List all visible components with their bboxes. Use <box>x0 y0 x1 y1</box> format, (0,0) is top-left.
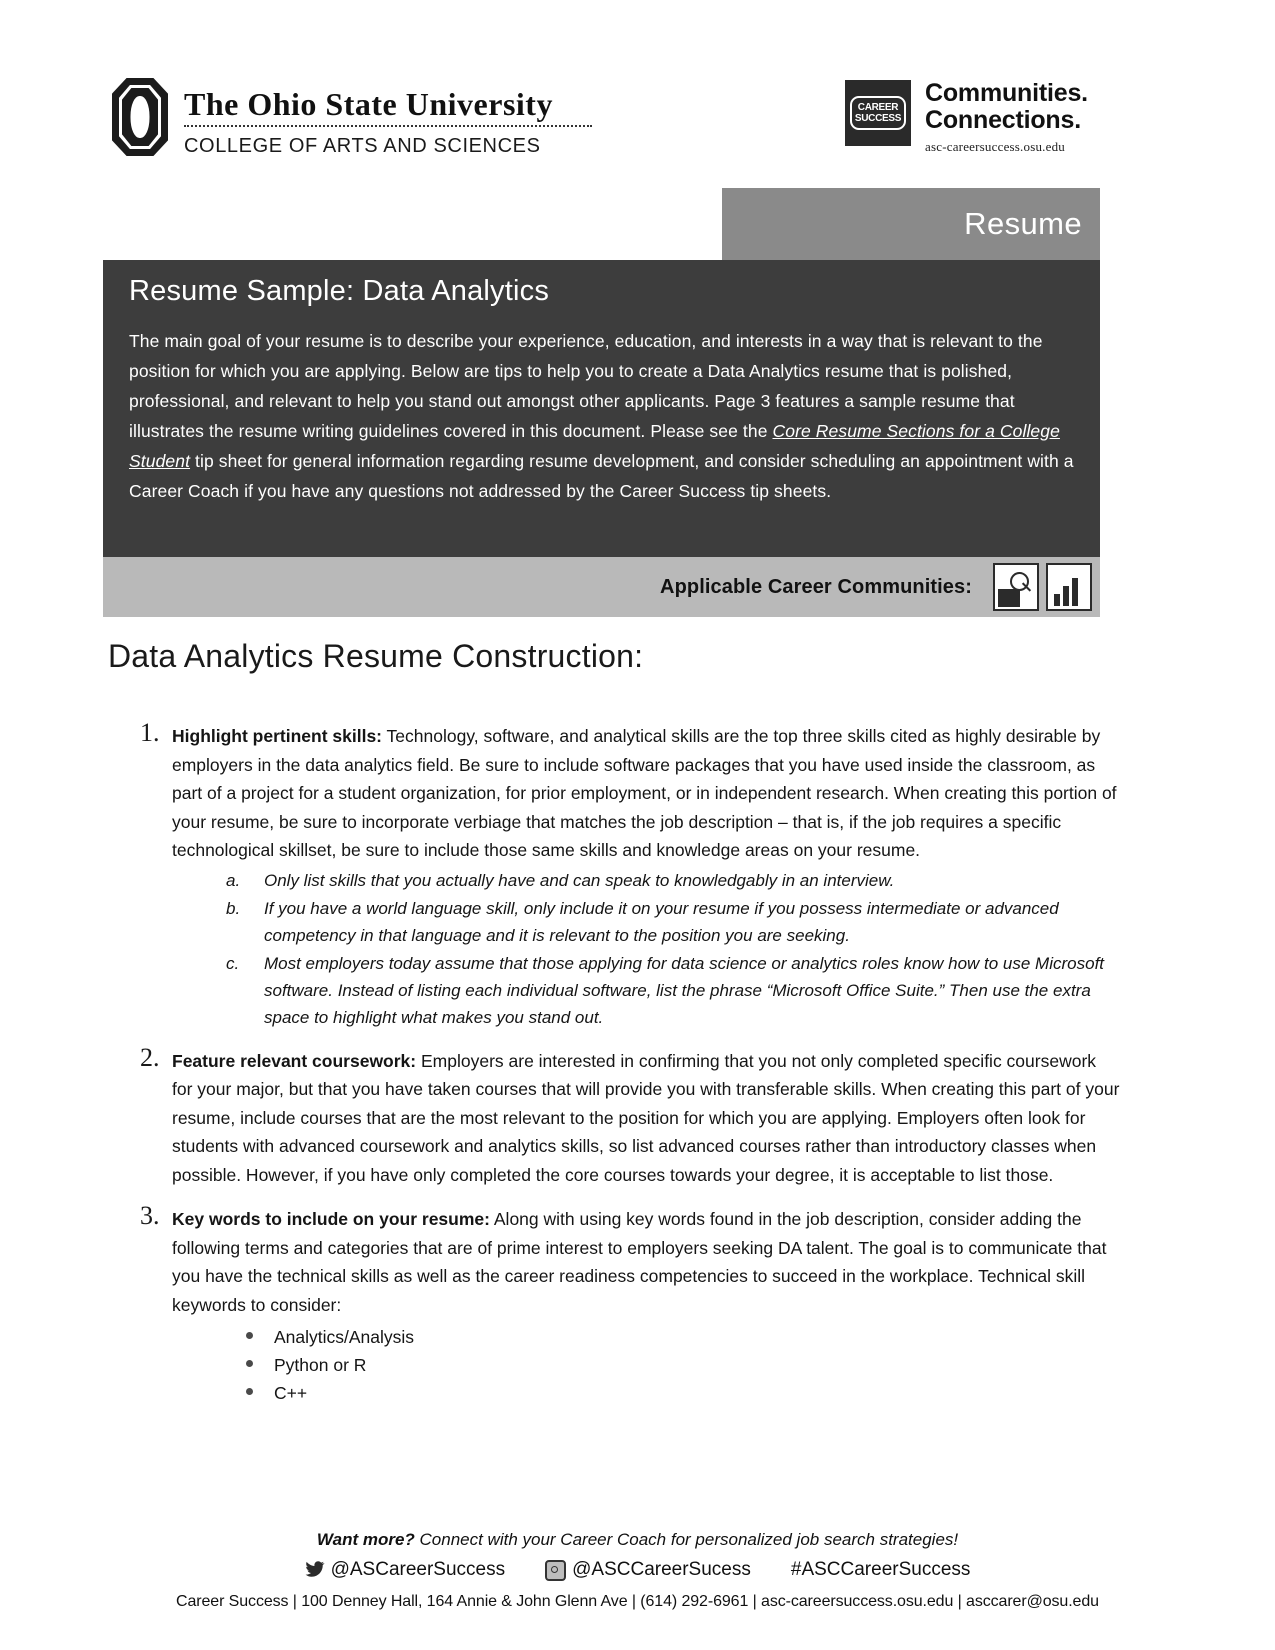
footer-social-row: @ASCareerSuccess @ASCCareerSucess #ASCCa… <box>0 1559 1275 1581</box>
sub-list-marker: b. <box>226 898 241 918</box>
career-communities-label: Applicable Career Communities: <box>660 575 972 598</box>
career-success-branding: CAREER SUCCESS Communities. Connections.… <box>845 80 1088 155</box>
intro-banner: Resume Sample: Data Analytics The main g… <box>103 260 1100 557</box>
keyword-text: C++ <box>274 1383 308 1403</box>
sub-list-marker: a. <box>226 870 241 890</box>
list-lead: Key words to include on your resume: <box>172 1209 490 1229</box>
bullet-icon <box>246 1360 253 1367</box>
banner-body-part2: tip sheet for general information regard… <box>129 451 1074 501</box>
tagline-communities: Communities. <box>925 79 1088 107</box>
sub-list-marker: c. <box>226 953 240 973</box>
list-text: Technology, software, and analytical ski… <box>172 726 1117 860</box>
sub-list-item: c. Most employers today assume that thos… <box>226 950 1120 1031</box>
footer-tagline-rest: Connect with your Career Coach for perso… <box>414 1530 959 1549</box>
list-number: 3. <box>140 1201 160 1230</box>
sub-list-text: If you have a world language skill, only… <box>264 898 1059 945</box>
logo-text-success: SUCCESS <box>854 113 902 124</box>
career-success-url: asc-careersuccess.osu.edu <box>925 139 1065 154</box>
tagline-connections: Connections. <box>925 106 1081 134</box>
list-number: 1. <box>140 718 160 747</box>
list-item: 2. Feature relevant coursework: Employer… <box>140 1043 1120 1190</box>
banner-title: Resume Sample: Data Analytics <box>129 275 550 307</box>
page-header: The Ohio State University COLLEGE OF ART… <box>0 70 1275 175</box>
instagram-icon <box>545 1559 567 1581</box>
bullet-icon <box>246 1332 253 1339</box>
career-success-logo-icon: CAREER SUCCESS <box>845 80 911 146</box>
banner-body: The main goal of your resume is to descr… <box>129 326 1074 506</box>
instagram-entry[interactable]: @ASCCareerSucess <box>545 1559 751 1581</box>
resume-construction-list: 1. Highlight pertinent skills: Technolog… <box>140 718 1120 1423</box>
keyword-text: Python or R <box>274 1355 367 1375</box>
bullet-icon <box>246 1388 253 1395</box>
business-analytics-community-icon <box>1046 563 1092 611</box>
osu-wordmark: The Ohio State University COLLEGE OF ART… <box>184 78 592 158</box>
twitter-icon <box>305 1561 325 1579</box>
sub-list: a. Only list skills that you actually ha… <box>172 867 1120 1031</box>
keyword-text: Analytics/Analysis <box>274 1327 415 1347</box>
twitter-handle: @ASCareerSuccess <box>330 1559 506 1580</box>
university-name: The Ohio State University <box>184 86 553 122</box>
keyword-bullet-list: Analytics/Analysis Python or R C++ <box>172 1323 1120 1407</box>
data-analysis-community-icon <box>993 563 1039 611</box>
list-lead: Highlight pertinent skills: <box>172 726 383 746</box>
list-body: Highlight pertinent skills: Technology, … <box>172 722 1120 865</box>
document-page: The Ohio State University COLLEGE OF ART… <box>0 0 1275 1650</box>
resume-tab-label: Resume <box>964 206 1082 241</box>
list-body: Key words to include on your resume: Alo… <box>172 1205 1120 1319</box>
header-divider <box>184 125 592 127</box>
footer-tagline-bold: Want more? <box>316 1530 415 1549</box>
instagram-handle: @ASCCareerSucess <box>572 1559 751 1580</box>
list-number: 2. <box>140 1042 160 1072</box>
footer-contact-line: Career Success | 100 Denney Hall, 164 An… <box>176 1593 1099 1610</box>
social-hashtag: #ASCCareerSuccess <box>790 1559 971 1580</box>
list-lead: Feature relevant coursework: <box>172 1050 417 1071</box>
sub-list-text: Only list skills that you actually have … <box>264 870 895 890</box>
list-item: Analytics/Analysis <box>246 1323 1120 1351</box>
list-item: Python or R <box>246 1351 1120 1379</box>
list-body: Feature relevant coursework: Employers a… <box>172 1047 1120 1190</box>
sub-list-item: a. Only list skills that you actually ha… <box>226 867 1120 894</box>
sub-list-text: Most employers today assume that those a… <box>264 953 1105 1027</box>
osu-branding: The Ohio State University COLLEGE OF ART… <box>112 78 592 158</box>
logo-text-career: CAREER <box>857 102 899 113</box>
footer-tagline: Want more? Connect with your Career Coac… <box>0 1530 1275 1550</box>
page-title: Data Analytics Resume Construction: <box>108 638 644 674</box>
twitter-entry[interactable]: @ASCareerSuccess <box>305 1559 506 1581</box>
list-item: C++ <box>246 1379 1120 1407</box>
page-footer: Want more? Connect with your Career Coac… <box>0 1530 1275 1611</box>
college-name: COLLEGE OF ARTS AND SCIENCES <box>184 135 541 157</box>
career-communities-strip: Applicable Career Communities: <box>103 557 1100 617</box>
osu-octagon-logo-icon <box>112 78 168 156</box>
sub-list-item: b. If you have a world language skill, o… <box>226 895 1120 949</box>
career-success-tagline: Communities. Connections. asc-careersucc… <box>925 80 1088 155</box>
list-item: 1. Highlight pertinent skills: Technolog… <box>140 718 1120 1031</box>
hashtag-entry: #ASCCareerSuccess <box>791 1559 971 1581</box>
list-item: 3. Key words to include on your resume: … <box>140 1201 1120 1407</box>
resume-tab: Resume <box>722 188 1100 260</box>
